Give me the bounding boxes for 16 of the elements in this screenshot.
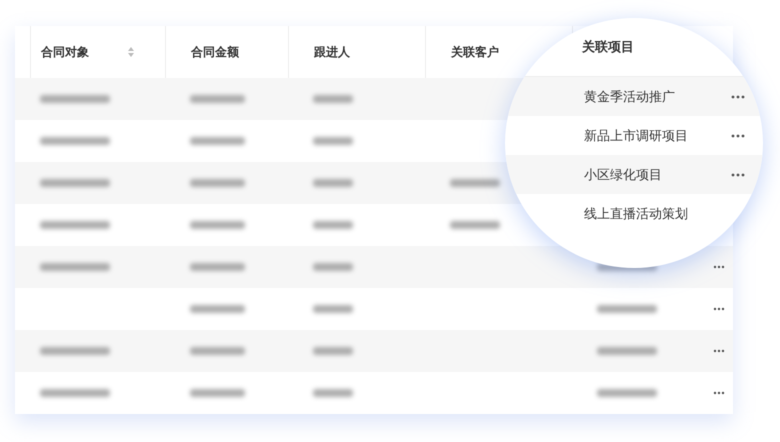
column-header: 关联客户 <box>451 44 499 60</box>
column-header: 合同金额 <box>191 44 239 60</box>
more-icon[interactable] <box>731 134 745 138</box>
more-icon[interactable] <box>713 349 725 353</box>
project-name: 新品上市调研项目 <box>584 128 688 144</box>
more-icon[interactable] <box>713 265 725 269</box>
more-icon[interactable] <box>713 391 725 395</box>
more-icon[interactable] <box>731 95 745 99</box>
project-name: 黄金季活动推广 <box>584 88 675 106</box>
project-name: 小区绿化项目 <box>584 166 662 184</box>
column-header: 关联项目 <box>582 38 634 56</box>
column-header: 跟进人 <box>314 44 350 60</box>
more-icon[interactable] <box>731 173 745 177</box>
column-header: 合同对象 <box>41 44 89 60</box>
project-name: 线上直播活动策划 <box>584 206 688 222</box>
more-icon[interactable] <box>713 307 725 311</box>
